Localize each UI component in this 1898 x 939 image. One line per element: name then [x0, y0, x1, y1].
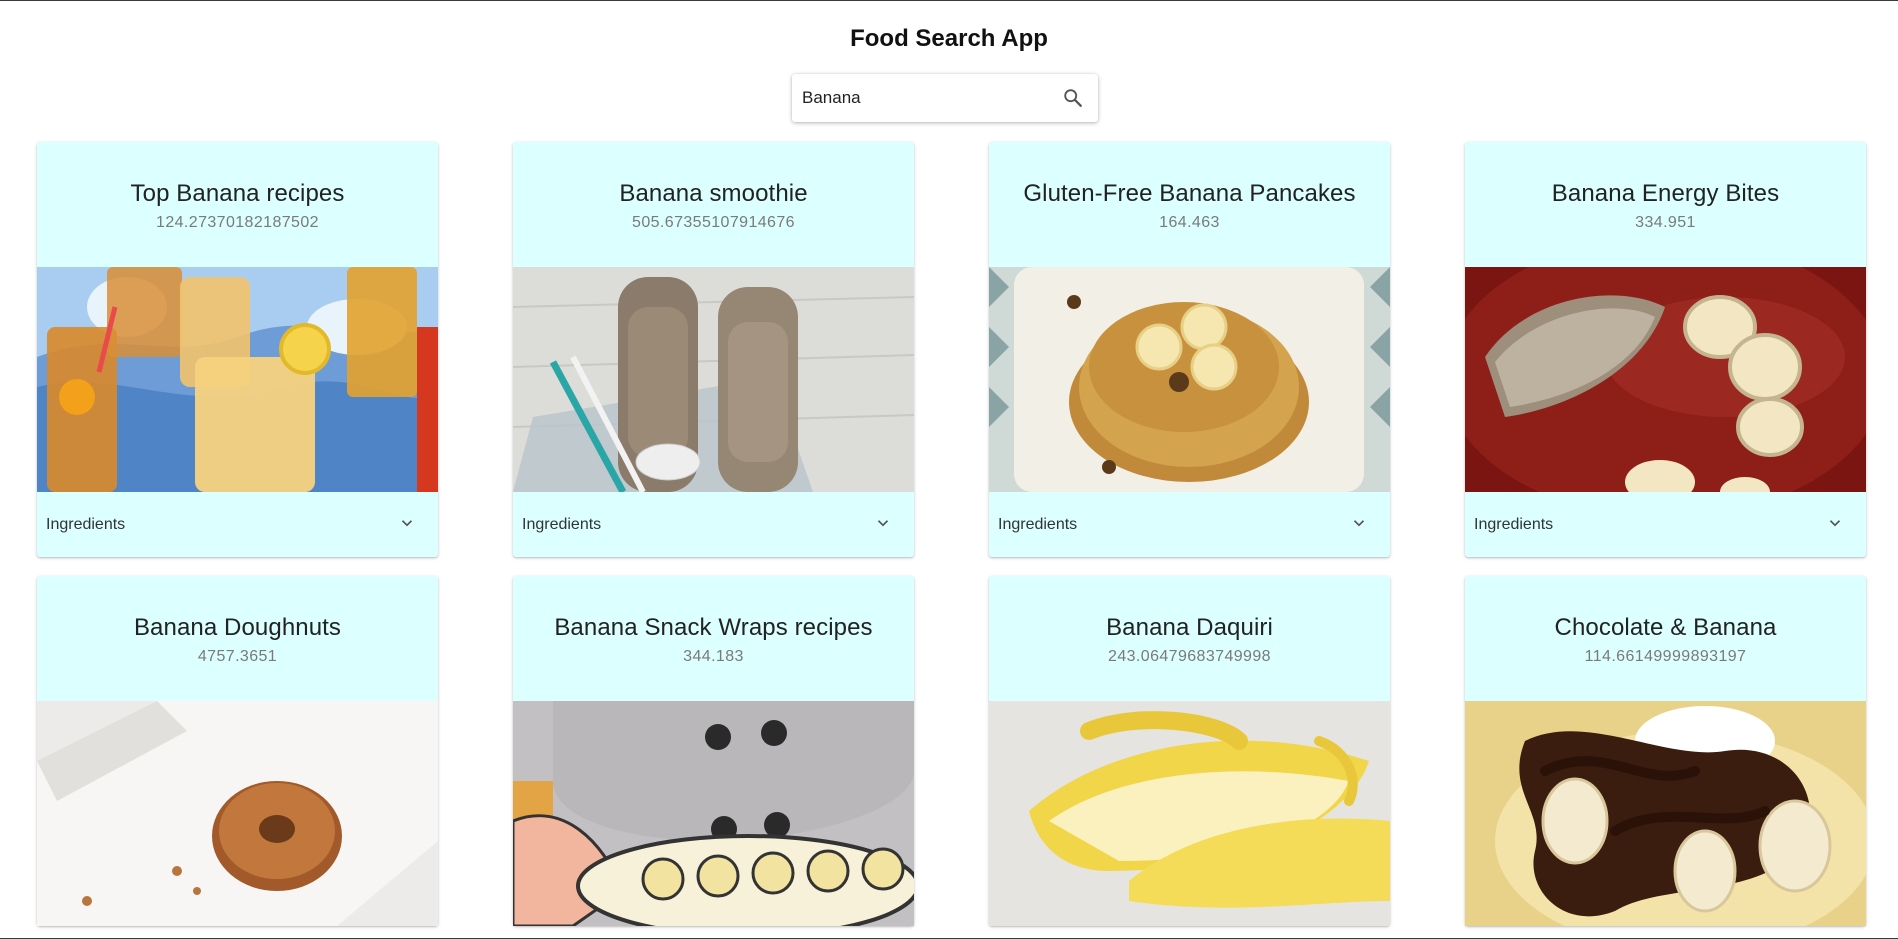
- ingredients-label: Ingredients: [998, 516, 1078, 533]
- recipe-card: Banana Doughnuts 4757.3651: [37, 576, 438, 926]
- recipe-image: [37, 267, 438, 492]
- recipe-card-header: Top Banana recipes 124.27370182187502: [37, 142, 438, 267]
- recipe-image: [37, 701, 438, 926]
- recipe-title: Top Banana recipes: [130, 180, 345, 207]
- ingredients-label: Ingredients: [46, 516, 126, 533]
- recipe-card: Banana Energy Bites 334.951 Ingredients: [1465, 142, 1866, 557]
- recipe-calories: 344.183: [683, 648, 744, 665]
- ingredients-toggle[interactable]: Ingredients: [37, 492, 438, 557]
- recipe-image: [989, 267, 1390, 492]
- recipe-card: Banana Snack Wraps recipes 344.183: [513, 576, 914, 926]
- recipe-card: Chocolate & Banana 114.66149999893197: [1465, 576, 1866, 926]
- recipe-calories: 505.67355107914676: [632, 214, 795, 231]
- recipe-card-header: Banana Doughnuts 4757.3651: [37, 576, 438, 701]
- recipe-image: [989, 701, 1390, 926]
- recipe-card-header: Chocolate & Banana 114.66149999893197: [1465, 576, 1866, 701]
- recipe-calories: 114.66149999893197: [1584, 648, 1747, 665]
- recipe-card: Gluten-Free Banana Pancakes 164.463 Ingr…: [989, 142, 1390, 557]
- recipe-calories: 334.951: [1635, 214, 1696, 231]
- recipe-calories: 164.463: [1159, 214, 1220, 231]
- recipe-card-header: Banana Energy Bites 334.951: [1465, 142, 1866, 267]
- recipe-card: Top Banana recipes 124.27370182187502 In…: [37, 142, 438, 557]
- recipe-card: Banana smoothie 505.67355107914676 Ingre…: [513, 142, 914, 557]
- recipe-image: [513, 267, 914, 492]
- chevron-down-icon: [1829, 520, 1841, 527]
- recipe-title: Banana Snack Wraps recipes: [554, 614, 873, 641]
- chevron-down-icon: [877, 520, 889, 527]
- recipe-calories: 4757.3651: [197, 648, 278, 665]
- recipe-image: [1465, 701, 1866, 926]
- recipe-image: [513, 701, 914, 926]
- recipe-image: [1465, 267, 1866, 492]
- recipe-calories: 243.06479683749998: [1108, 648, 1271, 665]
- recipe-title: Banana Daquiri: [1106, 614, 1273, 641]
- recipe-title: Gluten-Free Banana Pancakes: [1023, 180, 1356, 207]
- recipe-title: Banana Doughnuts: [133, 614, 342, 641]
- ingredients-label: Ingredients: [1474, 516, 1554, 533]
- recipe-title: Banana smoothie: [619, 180, 808, 207]
- recipe-title: Chocolate & Banana: [1554, 614, 1777, 641]
- chevron-down-icon: [401, 520, 413, 527]
- chevron-down-icon: [1353, 520, 1365, 527]
- ingredients-toggle[interactable]: Ingredients: [1465, 492, 1866, 557]
- app-window: Food Search App Top Banana recipes 124.2…: [0, 0, 1898, 939]
- ingredients-label: Ingredients: [522, 516, 602, 533]
- recipe-grid: Top Banana recipes 124.27370182187502 In…: [0, 1, 1898, 938]
- recipe-card: Banana Daquiri 243.06479683749998: [989, 576, 1390, 926]
- ingredients-toggle[interactable]: Ingredients: [513, 492, 914, 557]
- recipe-card-header: Banana Daquiri 243.06479683749998: [989, 576, 1390, 701]
- recipe-calories: 124.27370182187502: [156, 214, 319, 231]
- ingredients-toggle[interactable]: Ingredients: [989, 492, 1390, 557]
- recipe-card-header: Banana smoothie 505.67355107914676: [513, 142, 914, 267]
- recipe-card-header: Banana Snack Wraps recipes 344.183: [513, 576, 914, 701]
- recipe-card-header: Gluten-Free Banana Pancakes 164.463: [989, 142, 1390, 267]
- recipe-title: Banana Energy Bites: [1551, 180, 1780, 207]
